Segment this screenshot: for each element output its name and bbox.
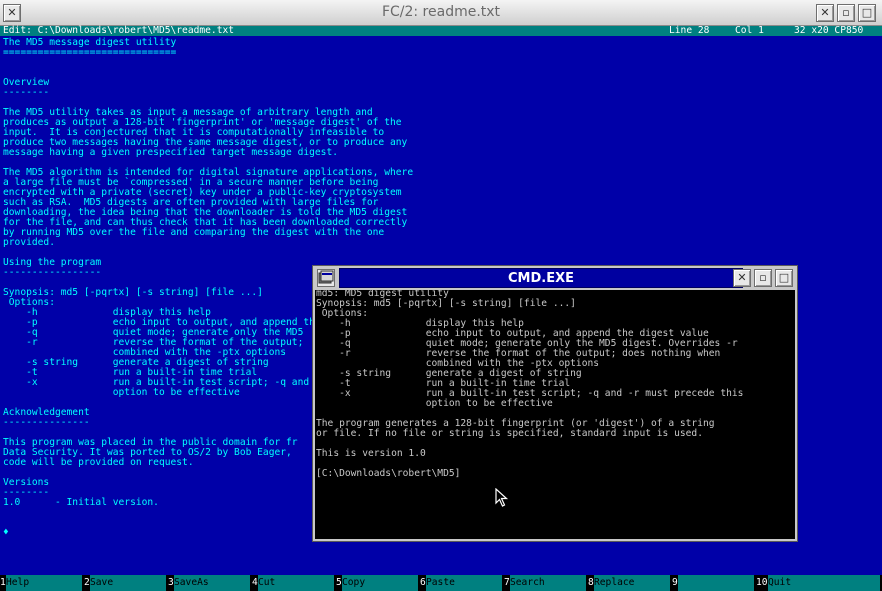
fkey-label: Cut: [258, 575, 334, 591]
editor-line: ==============================: [3, 47, 177, 58]
editor-line: option to be effective: [3, 387, 240, 398]
fkey-saveas-button[interactable]: 3 SaveAs: [168, 575, 252, 591]
cmd-window-title: CMD.EXE: [508, 271, 574, 286]
fkey-number: 4: [252, 577, 258, 588]
console-line: option to be effective: [316, 398, 553, 409]
editor-line: code will be provided on request.: [3, 457, 194, 468]
fkey-help-button[interactable]: 1 Help: [0, 575, 84, 591]
editor-line: ---------------: [3, 417, 90, 428]
editor-line: 1.0 - Initial version.: [3, 497, 159, 508]
editor-line: by running MD5 over the file and compari…: [3, 227, 385, 238]
fkey-label: Copy: [342, 575, 418, 591]
maximize-icon[interactable]: □: [858, 4, 876, 22]
fkey-label: Search: [510, 575, 586, 591]
fkey-number: 7: [504, 577, 510, 588]
status-line-number: Line 28: [669, 25, 710, 36]
close-icon[interactable]: ✕: [816, 4, 834, 22]
minimize-icon[interactable]: ▫: [837, 4, 855, 22]
fkey-copy-button[interactable]: 5 Copy: [336, 575, 420, 591]
fkey-number: 9: [672, 577, 678, 588]
fkey-label: Save: [90, 575, 166, 591]
fkey-f9-button[interactable]: 9: [672, 575, 756, 591]
fkey-number: 3: [168, 577, 174, 588]
console-line: or file. If no file or string is specifi…: [316, 428, 703, 439]
fkey-label: Replace: [594, 575, 670, 591]
editor-line: -----------------: [3, 267, 102, 278]
minimize-icon[interactable]: ▫: [754, 269, 772, 287]
console-line: [C:\Downloads\robert\MD5]: [316, 468, 461, 479]
fkey-label: SaveAs: [174, 575, 250, 591]
status-column: Col 1: [735, 25, 764, 36]
fkey-number: 8: [588, 577, 594, 588]
window-title: FC/2: readme.txt: [381, 4, 501, 20]
system-menu-icon[interactable]: [317, 269, 335, 287]
fkey-label: Help: [6, 575, 82, 591]
fkey-cut-button[interactable]: 4 Cut: [252, 575, 336, 591]
editor-line: --------: [3, 87, 50, 98]
editor-line: message having a given prespecified targ…: [3, 147, 339, 158]
fkey-label: Quit: [768, 575, 880, 591]
fkey-quit-button[interactable]: 10 Quit: [756, 575, 882, 591]
fkey-label: Paste: [426, 575, 502, 591]
fkey-replace-button[interactable]: 8 Replace: [588, 575, 672, 591]
fkey-number: 10: [756, 577, 768, 588]
fkey-number: 5: [336, 577, 342, 588]
function-key-bar: 1 Help 2 Save 3 SaveAs 4 Cut 5 Copy 6 Paste 7 Search 8…: [0, 575, 882, 591]
editor-line: provided.: [3, 237, 55, 248]
fkey-number: 1: [0, 577, 6, 588]
fkey-paste-button[interactable]: 6 Paste: [420, 575, 504, 591]
close-icon[interactable]: ✕: [733, 269, 751, 287]
fkey-save-button[interactable]: 2 Save: [84, 575, 168, 591]
console-output[interactable]: md5: MD5 digest utility Synopsis: md5 [-p…: [315, 289, 795, 539]
mouse-pointer-icon: [495, 488, 509, 507]
fkey-number: 6: [420, 577, 426, 588]
status-info: 32 x20 CP850: [794, 25, 864, 36]
fkey-number: 2: [84, 577, 90, 588]
console-line: This is version 1.0: [316, 448, 426, 459]
fc2-titlebar[interactable]: ✕ FC/2: readme.txt ✕ ▫ □: [0, 0, 882, 26]
cmd-titlebar[interactable]: CMD.EXE: [339, 268, 743, 288]
maximize-icon[interactable]: □: [775, 269, 793, 287]
editor-line: ♦: [3, 527, 9, 538]
fkey-label: [678, 575, 754, 591]
status-line: Edit: C:\Downloads\robert\MD5\readme.txt…: [0, 26, 882, 36]
fkey-search-button[interactable]: 7 Search: [504, 575, 588, 591]
cmd-window: CMD.EXE ✕ ▫ □ md5: MD5 digest utility Syn…: [312, 265, 798, 542]
status-file: Edit: C:\Downloads\robert\MD5\readme.txt: [3, 25, 235, 36]
